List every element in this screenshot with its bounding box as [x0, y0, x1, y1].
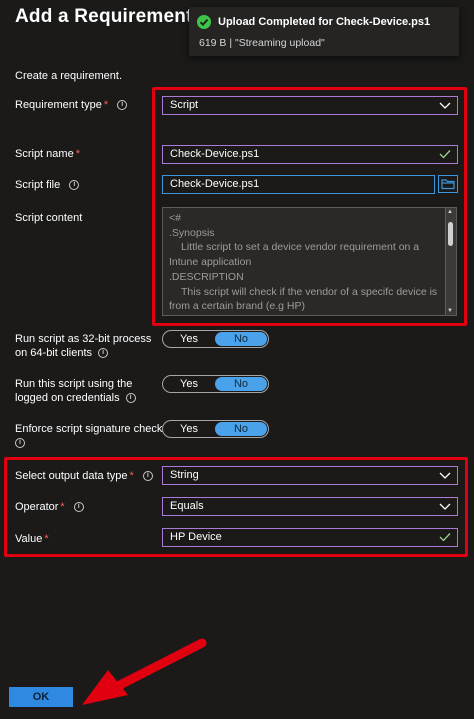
required-marker: * — [103, 99, 109, 111]
toggle-yes-option[interactable]: Yes — [163, 376, 215, 392]
script-file-label: Script file i — [15, 178, 80, 192]
run-logged-on-label-line2-row: logged on credentials i — [15, 391, 136, 405]
info-icon[interactable]: i — [15, 438, 25, 449]
info-icon[interactable]: i — [73, 502, 84, 513]
script-name-label: Script name * — [15, 147, 80, 161]
run-logged-on-label-line1: Run this script using the — [15, 378, 133, 390]
chevron-down-icon — [439, 503, 451, 510]
requirement-type-label-text: Requirement type — [15, 99, 102, 111]
run-logged-on-toggle[interactable]: Yes No — [162, 375, 269, 393]
scroll-down-icon[interactable]: ▼ — [447, 308, 453, 314]
operator-dropdown[interactable]: Equals — [162, 497, 458, 516]
required-marker: * — [60, 501, 65, 513]
enforce-signature-info-row: i — [15, 436, 162, 450]
info-icon[interactable]: i — [125, 393, 136, 404]
value-input-value: HP Device — [170, 531, 222, 543]
checkmark-icon — [439, 150, 451, 159]
script-line: This script will check if the vendor of … — [181, 285, 438, 298]
script-content-label: Script content — [15, 212, 83, 224]
required-marker: * — [129, 470, 134, 482]
checkmark-icon — [439, 533, 451, 542]
output-type-value: String — [170, 469, 199, 481]
info-icon[interactable]: i — [98, 348, 109, 359]
requirement-type-dropdown[interactable]: Script — [162, 96, 458, 115]
run-32bit-label-line2: on 64-bit clients — [15, 347, 93, 359]
chevron-down-icon — [439, 472, 451, 479]
enforce-signature-toggle[interactable]: Yes No — [162, 420, 269, 438]
run-32bit-toggle[interactable]: Yes No — [162, 330, 269, 348]
toast-subtitle: 619 B | "Streaming upload" — [199, 37, 325, 49]
run-32bit-label-line2-row: on 64-bit clients i — [15, 346, 151, 360]
value-label: Value * — [15, 532, 49, 546]
script-file-value: Check-Device.ps1 — [170, 178, 260, 190]
upload-toast: Upload Completed for Check-Device.ps1 61… — [189, 7, 459, 56]
toggle-yes-option[interactable]: Yes — [163, 421, 215, 437]
script-name-input[interactable]: Check-Device.ps1 — [162, 145, 458, 164]
page-title: Add a Requirement — [15, 6, 193, 27]
script-line: <# — [169, 212, 181, 224]
scroll-thumb[interactable] — [448, 222, 453, 246]
output-type-dropdown[interactable]: String — [162, 466, 458, 485]
success-check-icon — [197, 15, 211, 29]
script-name-label-text: Script name — [15, 148, 74, 160]
requirement-type-value: Script — [170, 99, 199, 111]
output-type-label-text: Select output data type — [15, 470, 128, 482]
script-line: .DESCRIPTION — [169, 270, 244, 283]
chevron-down-icon — [439, 102, 451, 109]
intro-text: Create a requirement. — [15, 70, 122, 82]
script-line: Intune application — [169, 256, 252, 269]
toggle-no-option[interactable]: No — [215, 422, 267, 436]
toggle-yes-option[interactable]: Yes — [163, 331, 215, 347]
toggle-no-option[interactable]: No — [215, 377, 267, 391]
toast-title: Upload Completed for Check-Device.ps1 — [218, 16, 431, 28]
script-content-scrollbar[interactable]: ▲ ▼ — [446, 207, 457, 316]
script-line: from a certain brand (e.g HP) — [169, 300, 305, 313]
ok-button[interactable]: OK — [9, 687, 73, 707]
run-32bit-label-line1: Run script as 32-bit process — [15, 333, 152, 345]
script-name-value: Check-Device.ps1 — [170, 148, 260, 160]
script-file-input[interactable]: Check-Device.ps1 — [162, 175, 435, 194]
script-line: Little script to set a device vendor req… — [181, 241, 420, 254]
script-file-label-text: Script file — [15, 179, 61, 191]
run-logged-on-label-line2: logged on credentials — [15, 392, 120, 404]
value-label-text: Value — [15, 533, 43, 545]
scroll-up-icon[interactable]: ▲ — [447, 209, 453, 215]
value-input[interactable]: HP Device — [162, 528, 458, 547]
run-32bit-label: Run script as 32-bit process on 64-bit c… — [15, 332, 151, 360]
info-icon[interactable]: i — [117, 100, 128, 111]
script-line: .Synopsis — [169, 226, 215, 239]
operator-label: Operator * i — [15, 500, 84, 514]
toggle-no-option[interactable]: No — [215, 332, 267, 346]
red-arrow-annotation — [82, 638, 207, 705]
operator-label-text: Operator — [15, 501, 59, 513]
requirement-type-label: Requirement type * i — [15, 98, 128, 112]
output-type-label: Select output data type * i — [15, 469, 153, 483]
required-marker: * — [75, 148, 80, 160]
info-icon[interactable]: i — [69, 180, 80, 191]
browse-file-button[interactable] — [438, 175, 458, 193]
operator-value: Equals — [170, 500, 204, 512]
enforce-signature-label-text: Enforce script signature check — [15, 423, 163, 435]
enforce-signature-label: Enforce script signature check i — [15, 422, 162, 450]
folder-icon — [441, 179, 455, 190]
run-logged-on-label: Run this script using the logged on cred… — [15, 377, 136, 405]
required-marker: * — [44, 533, 49, 545]
info-icon[interactable]: i — [142, 471, 153, 482]
script-content-textarea[interactable]: <# .Synopsis Little script to set a devi… — [162, 207, 446, 316]
